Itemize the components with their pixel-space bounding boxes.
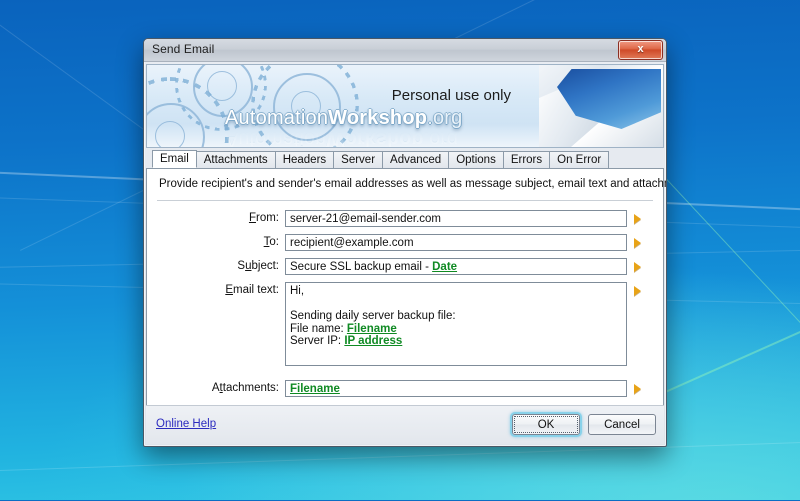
ok-button[interactable]: OK <box>512 414 580 435</box>
cancel-button[interactable]: Cancel <box>588 414 656 435</box>
from-input[interactable]: server-21@email-sender.com <box>285 210 627 227</box>
gear-icon <box>155 121 185 147</box>
window-title: Send Email <box>152 42 215 56</box>
tab-panel-email: Provide recipient's and sender's email a… <box>146 169 667 413</box>
attachments-expand-arrow-icon[interactable] <box>631 380 645 397</box>
brand-suffix: .org <box>427 107 463 129</box>
email-text-line: Server IP: IP address <box>290 335 622 348</box>
filename-variable-token[interactable]: Filename <box>347 323 397 335</box>
email-text-line: File name: Filename <box>290 323 622 336</box>
subject-label: Subject: <box>237 260 279 272</box>
email-text-line: Sending daily server backup file: <box>290 310 456 322</box>
form-row-from: From: server-21@email-sender.com <box>147 210 663 227</box>
from-label: From: <box>248 212 279 224</box>
to-input[interactable]: recipient@example.com <box>285 234 627 251</box>
to-label: To: <box>263 236 279 248</box>
email-text-label: Email text: <box>225 284 279 296</box>
online-help-link[interactable]: Online Help <box>156 418 216 430</box>
tab-email[interactable]: Email <box>152 150 197 168</box>
to-expand-arrow-icon[interactable] <box>631 234 645 251</box>
ip-address-variable-token[interactable]: IP address <box>344 335 402 347</box>
email-text-input[interactable]: Hi, Sending daily server backup file: Fi… <box>285 282 627 366</box>
subject-text: Secure SSL backup email - <box>290 261 433 273</box>
brand-wordmark-reflection: AutomationWorkshop.org <box>225 127 459 148</box>
from-expand-arrow-icon[interactable] <box>631 210 645 227</box>
brand-bold-reflection: Workshop <box>326 128 424 148</box>
divider <box>157 200 653 201</box>
tab-attachments[interactable]: Attachments <box>195 151 276 168</box>
send-email-dialog: Send Email x Personal use only Automatio… <box>143 38 667 447</box>
close-icon[interactable]: x <box>618 40 663 60</box>
attachment-variable-token[interactable]: Filename <box>290 383 340 395</box>
brand-prefix-reflection: Automation <box>225 128 327 148</box>
form-row-email-text: Email text: Hi, Sending daily server bac… <box>147 282 663 366</box>
subject-expand-arrow-icon[interactable] <box>631 258 645 275</box>
server-ip-label: Server IP: <box>290 335 345 347</box>
subject-variable-token[interactable]: Date <box>432 261 457 273</box>
brand-bold: Workshop <box>328 107 428 129</box>
form-row-subject: Subject: Secure SSL backup email - Date <box>147 258 663 275</box>
tab-server[interactable]: Server <box>333 151 384 168</box>
product-logo-graphic <box>539 65 663 147</box>
tab-strip: Email Attachments Headers Server Advance… <box>146 150 664 169</box>
dialog-footer: Online Help OK Cancel <box>146 405 664 444</box>
email-text-line <box>290 298 622 311</box>
title-bar: Send Email x <box>144 39 666 62</box>
tab-errors[interactable]: Errors <box>502 151 551 168</box>
tab-options[interactable]: Options <box>448 151 504 168</box>
form-row-attachments: Attachments: Filename <box>147 380 663 397</box>
file-name-label: File name: <box>290 322 347 335</box>
tab-on-error[interactable]: On Error <box>549 151 610 168</box>
attachments-label: Attachments: <box>211 382 279 394</box>
from-label-rest: om: <box>259 212 279 224</box>
ok-button-label: OK <box>537 419 555 431</box>
tab-headers[interactable]: Headers <box>274 151 335 168</box>
email-text-line: Hi, <box>290 285 305 297</box>
email-text-expand-arrow-icon[interactable] <box>631 282 645 299</box>
product-banner: Personal use only AutomationWorkshop.org… <box>146 64 664 148</box>
panel-description: Provide recipient's and sender's email a… <box>159 178 667 190</box>
attachments-input[interactable]: Filename <box>285 380 627 397</box>
subject-input[interactable]: Secure SSL backup email - Date <box>285 258 627 275</box>
brand-suffix-reflection: .org <box>423 128 459 148</box>
tab-advanced[interactable]: Advanced <box>382 151 450 168</box>
brand-prefix: Automation <box>225 107 329 129</box>
personal-use-notice: Personal use only <box>391 87 511 104</box>
form-row-to: To: recipient@example.com <box>147 234 663 251</box>
